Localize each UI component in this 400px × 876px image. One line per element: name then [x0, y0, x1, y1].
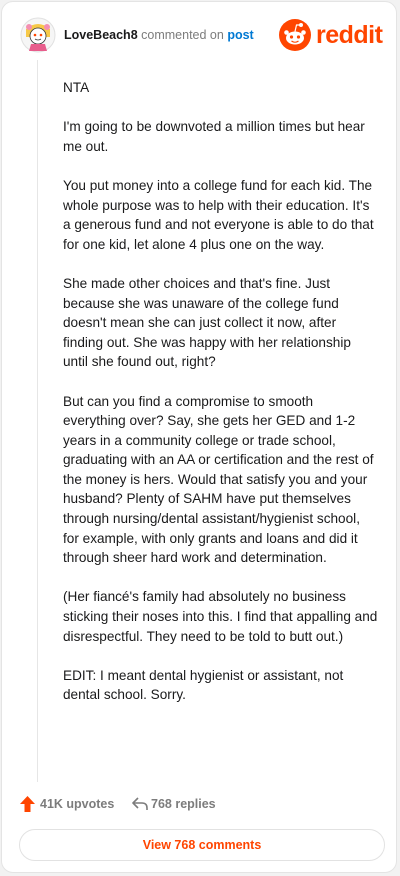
thread-line[interactable]: [37, 60, 38, 782]
avatar[interactable]: [20, 17, 56, 53]
comment-paragraph: I'm going to be downvoted a million time…: [63, 119, 365, 154]
upvote-arrow-icon[interactable]: [20, 796, 35, 812]
comment-paragraph: You put money into a college fund for ea…: [63, 177, 374, 252]
comment-body: NTA I'm going to be downvoted a million …: [63, 78, 379, 725]
commented-on-text: commented on: [141, 28, 224, 42]
username-link[interactable]: LoveBeach8: [64, 28, 138, 42]
reply-arrow-icon[interactable]: [132, 797, 148, 811]
comment-paragraph: NTA: [63, 80, 90, 95]
view-comments-button[interactable]: View 768 comments: [19, 829, 385, 861]
comment-paragraph: EDIT: I meant dental hygienist or assist…: [63, 667, 344, 703]
reddit-wordmark: reddit: [316, 21, 383, 49]
reddit-logo[interactable]: reddit: [279, 19, 387, 51]
comment-card: LoveBeach8 commented on post reddit NTA …: [1, 1, 397, 873]
reddit-logo-icon: [279, 19, 311, 51]
reply-count[interactable]: 768 replies: [151, 797, 216, 811]
comment-header: LoveBeach8 commented on post: [64, 28, 254, 42]
comment-paragraph: But can you find a compromise to smooth …: [63, 393, 374, 566]
comment-paragraph: She made other choices and that's fine. …: [63, 275, 351, 370]
comment-paragraph: (Her fiancé's family had absolutely no b…: [63, 589, 378, 644]
upvote-count[interactable]: 41K upvotes: [40, 797, 114, 811]
post-link[interactable]: post: [227, 28, 253, 42]
